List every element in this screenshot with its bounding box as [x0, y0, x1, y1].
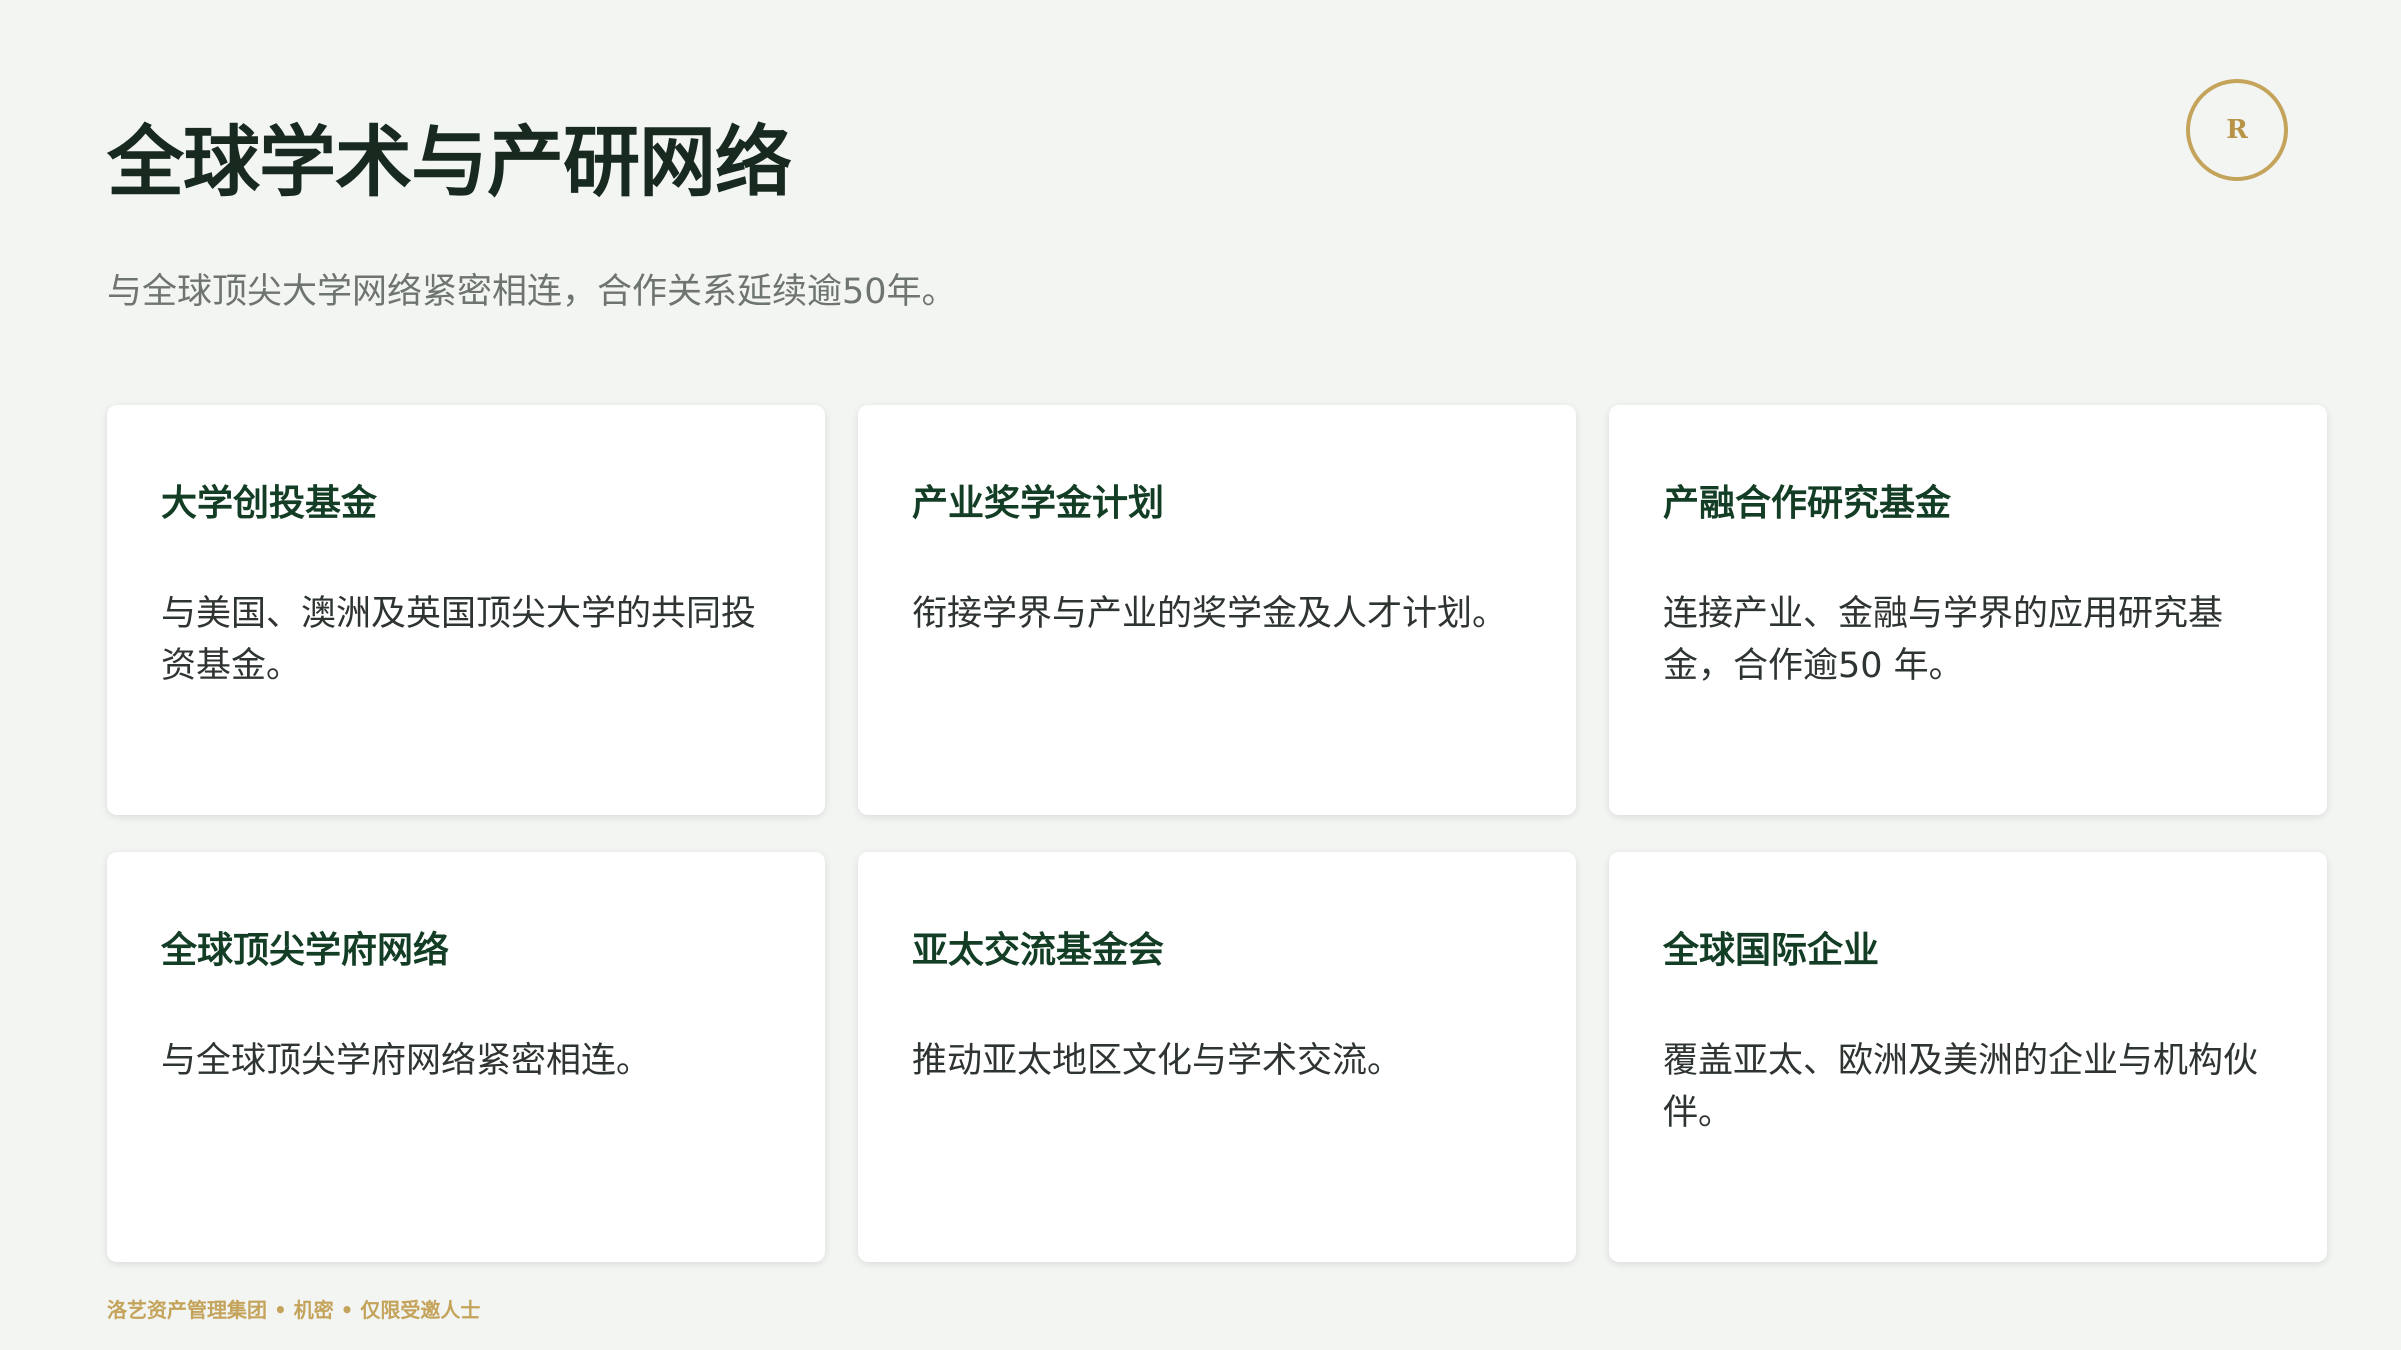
page-subtitle: 与全球顶尖大学网络紧密相连，合作关系延续逾50年。	[107, 272, 957, 312]
card-title: 全球国际企业	[1663, 930, 1880, 971]
brand-logo-badge: R	[2186, 79, 2288, 181]
slide: 全球学术与产研网络 与全球顶尖大学网络紧密相连，合作关系延续逾50年。 R 大学…	[0, 0, 2401, 1350]
card-description: 与全球顶尖学府网络紧密相连。	[161, 1040, 652, 1081]
card-industry-scholarship: 产业奖学金计划 衔接学界与产业的奖学金及人才计划。	[858, 405, 1576, 815]
network-card-grid: 大学创投基金 与美国、澳洲及英国顶尖大学的共同投资基金。 产业奖学金计划 衔接学…	[107, 405, 2327, 1262]
card-description: 连接产业、金融与学界的应用研究基金，合作逾50 年。	[1663, 593, 2224, 687]
card-title: 亚太交流基金会	[912, 930, 1165, 971]
confidential-footer: 洛艺资产管理集团 • 机密 • 仅限受邀人士	[107, 1298, 481, 1322]
card-global-enterprises: 全球国际企业 覆盖亚太、欧洲及美洲的企业与机构伙伴。	[1609, 852, 2327, 1262]
card-university-venture-fund: 大学创投基金 与美国、澳洲及英国顶尖大学的共同投资基金。	[107, 405, 825, 815]
logo-letter: R	[2226, 115, 2248, 145]
card-title: 产融合作研究基金	[1663, 483, 1952, 524]
card-title: 全球顶尖学府网络	[161, 930, 450, 971]
card-global-university-network: 全球顶尖学府网络 与全球顶尖学府网络紧密相连。	[107, 852, 825, 1262]
card-asia-pacific-foundation: 亚太交流基金会 推动亚太地区文化与学术交流。	[858, 852, 1576, 1262]
card-industry-finance-research-fund: 产融合作研究基金 连接产业、金融与学界的应用研究基金，合作逾50 年。	[1609, 405, 2327, 815]
card-description: 覆盖亚太、欧洲及美洲的企业与机构伙伴。	[1663, 1040, 2259, 1134]
page-title: 全球学术与产研网络	[107, 119, 792, 208]
card-description: 衔接学界与产业的奖学金及人才计划。	[912, 593, 1508, 634]
card-description: 推动亚太地区文化与学术交流。	[912, 1040, 1403, 1081]
card-title: 大学创投基金	[161, 483, 378, 524]
card-title: 产业奖学金计划	[912, 483, 1165, 524]
card-description: 与美国、澳洲及英国顶尖大学的共同投资基金。	[161, 593, 757, 687]
